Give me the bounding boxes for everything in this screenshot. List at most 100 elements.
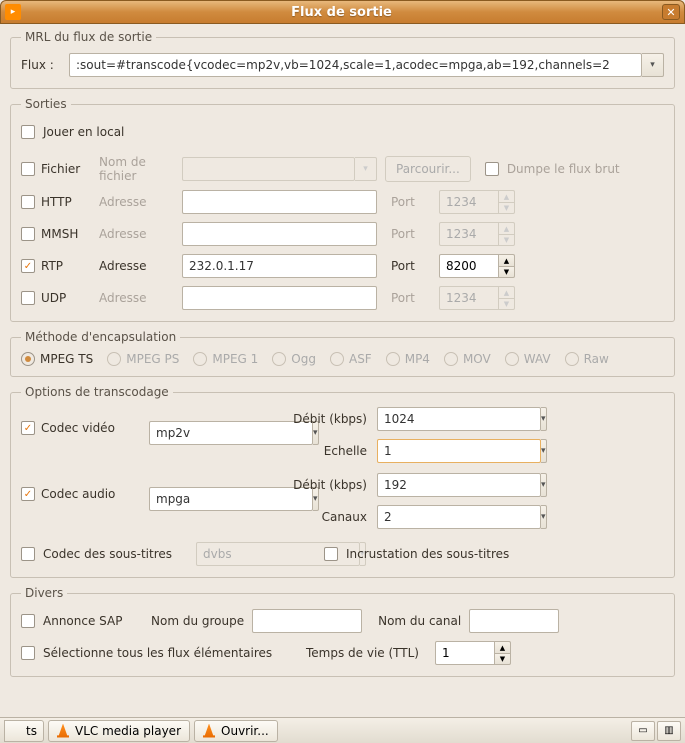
vbitrate-dropdown[interactable] (541, 407, 547, 431)
task-open[interactable]: Ouvrir... (194, 720, 278, 742)
mrl-input[interactable] (69, 53, 642, 77)
http-port-up (499, 190, 515, 202)
http-checkbox[interactable] (21, 195, 35, 209)
ttl-up[interactable] (495, 641, 511, 653)
sub-overlay-label: Incrustation des sous-titres (346, 547, 509, 561)
http-address-input[interactable] (182, 190, 377, 214)
task-vlc[interactable]: VLC media player (48, 720, 190, 742)
file-name-dropdown (355, 157, 377, 181)
dump-raw-label: Dumpe le flux brut (507, 162, 620, 176)
outputs-group: Sorties Jouer en local Fichier Nom de fi… (10, 97, 675, 322)
sap-label: Annonce SAP (43, 614, 143, 628)
mmsh-address-input[interactable] (182, 222, 377, 246)
ttl-down[interactable] (495, 653, 511, 665)
file-name-label: Nom de fichier (99, 155, 174, 183)
rtp-label: RTP (41, 259, 63, 273)
abitrate-dropdown[interactable] (541, 473, 547, 497)
taskbar: ts VLC media player Ouvrir... ▭ ▥ (0, 717, 685, 743)
vlc-cone-icon (57, 724, 69, 738)
vlc-icon: ▸ (5, 4, 21, 20)
http-label: HTTP (41, 195, 72, 209)
encapsulation-legend: Méthode d'encapsulation (21, 330, 180, 344)
mrl-dropdown-button[interactable] (642, 53, 664, 77)
udp-port-label: Port (391, 291, 431, 305)
scale-input[interactable] (377, 439, 541, 463)
outputs-legend: Sorties (21, 97, 71, 111)
mrl-legend: MRL du flux de sortie (21, 30, 156, 44)
mmsh-address-label: Adresse (99, 227, 174, 241)
channel-name-input[interactable] (469, 609, 559, 633)
encaps-opt-6: MOV (463, 352, 491, 366)
acodec-checkbox[interactable] (21, 487, 35, 501)
encaps-opt-8: Raw (584, 352, 609, 366)
close-icon[interactable]: ✕ (662, 4, 680, 20)
browse-button: Parcourir... (385, 156, 471, 182)
file-label: Fichier (41, 162, 80, 176)
mmsh-checkbox[interactable] (21, 227, 35, 241)
encaps-mpegts-radio[interactable] (21, 352, 35, 366)
rtp-port-down[interactable] (499, 266, 515, 278)
http-port-input (439, 190, 499, 214)
mmsh-port-input (439, 222, 499, 246)
vcodec-checkbox[interactable] (21, 421, 35, 435)
mrl-group: MRL du flux de sortie Flux : (10, 30, 675, 89)
scale-dropdown[interactable] (541, 439, 547, 463)
vlc-cone-icon (203, 724, 215, 738)
encaps-opt-3: Ogg (291, 352, 316, 366)
abitrate-label: Débit (kbps) (277, 478, 367, 492)
scale-label: Echelle (277, 444, 367, 458)
window-title: Flux de sortie (21, 5, 662, 20)
dump-raw-checkbox[interactable] (485, 162, 499, 176)
tray-show-desktop[interactable]: ▭ (631, 721, 655, 741)
vbitrate-input[interactable] (377, 407, 541, 431)
udp-port-down (499, 298, 515, 310)
task-fragment[interactable]: ts (4, 720, 44, 742)
encaps-opt-4: ASF (349, 352, 372, 366)
encaps-mov-radio (444, 352, 458, 366)
titlebar: ▸ Flux de sortie ✕ (0, 0, 685, 24)
ttl-input[interactable] (435, 641, 495, 665)
encaps-opt-1: MPEG PS (126, 352, 179, 366)
http-port-label: Port (391, 195, 431, 209)
encaps-mpeg1-radio (193, 352, 207, 366)
rtp-port-input[interactable] (439, 254, 499, 278)
encaps-opt-0: MPEG TS (40, 352, 93, 366)
select-all-checkbox[interactable] (21, 646, 35, 660)
channels-label: Canaux (277, 510, 367, 524)
mmsh-label: MMSH (41, 227, 78, 241)
http-port-down (499, 202, 515, 214)
channels-input[interactable] (377, 505, 541, 529)
encaps-mp4-radio (386, 352, 400, 366)
encaps-ogg-radio (272, 352, 286, 366)
file-name-input (182, 157, 355, 181)
misc-group: Divers Annonce SAP Nom du groupe Nom du … (10, 586, 675, 677)
rtp-port-up[interactable] (499, 254, 515, 266)
misc-legend: Divers (21, 586, 67, 600)
file-checkbox[interactable] (21, 162, 35, 176)
sub-overlay-checkbox[interactable] (324, 547, 338, 561)
channels-dropdown[interactable] (541, 505, 547, 529)
mmsh-port-label: Port (391, 227, 431, 241)
group-name-input[interactable] (252, 609, 362, 633)
abitrate-input[interactable] (377, 473, 541, 497)
encaps-asf-radio (330, 352, 344, 366)
udp-checkbox[interactable] (21, 291, 35, 305)
scodec-label: Codec des sous-titres (43, 547, 188, 561)
rtp-address-input[interactable] (182, 254, 377, 278)
mmsh-port-down (499, 234, 515, 246)
play-local-checkbox[interactable] (21, 125, 35, 139)
rtp-address-label: Adresse (99, 259, 174, 273)
encaps-opt-2: MPEG 1 (212, 352, 258, 366)
udp-address-input[interactable] (182, 286, 377, 310)
tray-window-list[interactable]: ▥ (657, 721, 681, 741)
transcode-group: Options de transcodage Codec vidéo Débit… (10, 385, 675, 578)
sap-checkbox[interactable] (21, 614, 35, 628)
select-all-label: Sélectionne tous les flux élémentaires (43, 646, 298, 660)
udp-label: UDP (41, 291, 66, 305)
scodec-checkbox[interactable] (21, 547, 35, 561)
encaps-raw-radio (565, 352, 579, 366)
encaps-opt-5: MP4 (405, 352, 430, 366)
udp-port-up (499, 286, 515, 298)
udp-address-label: Adresse (99, 291, 174, 305)
rtp-checkbox[interactable] (21, 259, 35, 273)
